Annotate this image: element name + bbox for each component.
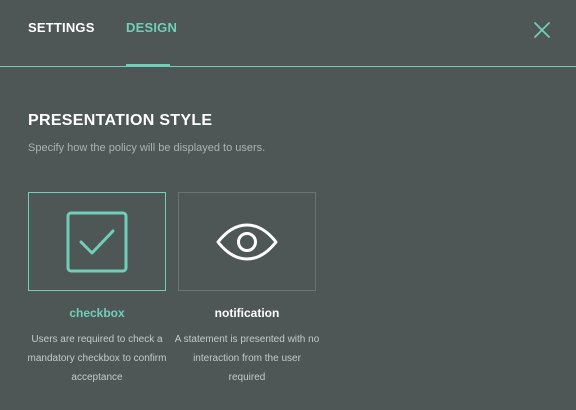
modal-header: SETTINGS DESIGN — [0, 0, 576, 67]
section-description: Specify how the policy will be displayed… — [28, 142, 266, 154]
option-checkbox: checkbox Users are required to check a m… — [28, 192, 166, 387]
close-button[interactable] — [531, 19, 553, 41]
option-label-checkbox: checkbox — [69, 306, 125, 320]
option-description-notification: A statement is presented with no interac… — [174, 334, 320, 383]
close-icon — [534, 22, 550, 38]
eye-icon — [216, 223, 278, 260]
option-notification: notification A statement is presented wi… — [175, 192, 319, 387]
option-description-checkbox: Users are required to check a mandatory … — [27, 334, 167, 383]
section-title: PRESENTATION STYLE — [28, 112, 213, 129]
option-card-checkbox[interactable] — [28, 192, 166, 291]
tab-design[interactable]: DESIGN — [126, 20, 177, 35]
option-card-notification[interactable] — [178, 192, 316, 291]
checkbox-checked-icon — [66, 211, 128, 272]
active-tab-indicator — [126, 64, 170, 67]
tab-settings[interactable]: SETTINGS — [28, 20, 95, 35]
option-label-notification: notification — [214, 306, 280, 320]
